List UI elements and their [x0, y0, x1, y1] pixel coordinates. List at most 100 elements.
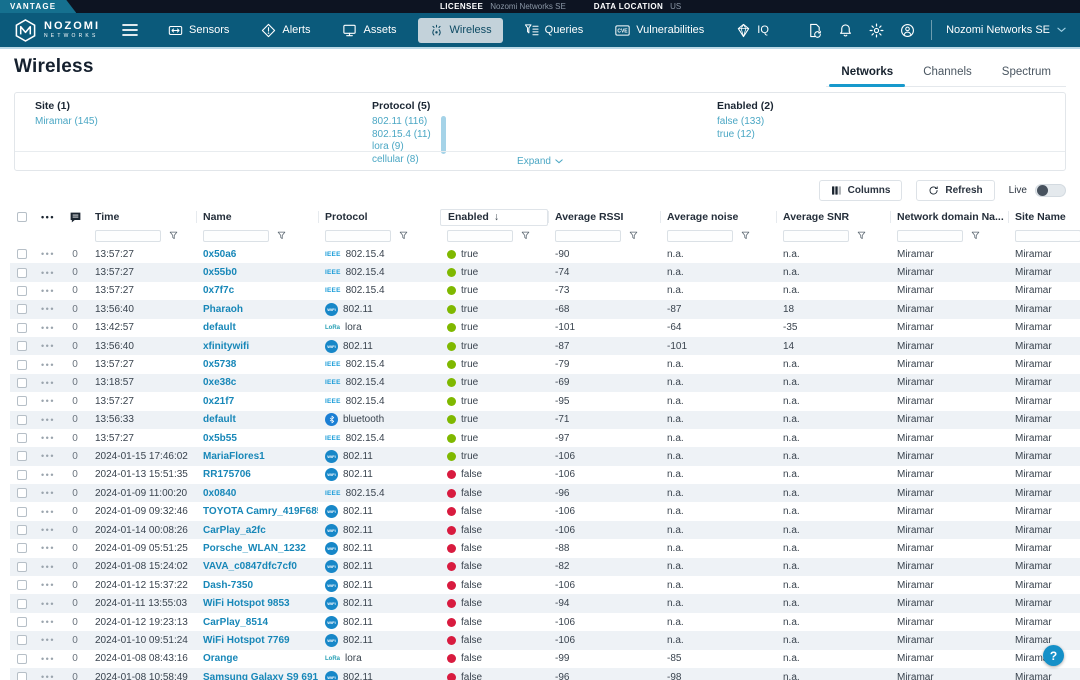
- row-checkbox[interactable]: [17, 617, 27, 627]
- columns-button[interactable]: Columns: [819, 180, 903, 201]
- funnel-icon[interactable]: [741, 231, 750, 240]
- row-actions-menu[interactable]: •••: [34, 562, 62, 572]
- column-header-enabled[interactable]: Enabled↓: [440, 209, 548, 226]
- row-checkbox[interactable]: [17, 635, 27, 645]
- row-actions-menu[interactable]: •••: [34, 635, 62, 645]
- reports-icon[interactable]: [807, 23, 822, 38]
- row-checkbox[interactable]: [17, 268, 27, 278]
- row-actions-menu[interactable]: •••: [34, 525, 62, 535]
- row-actions-menu[interactable]: •••: [34, 304, 62, 314]
- column-header-domain[interactable]: Network domain Na...: [890, 208, 1008, 226]
- network-name-link[interactable]: 0x21f7: [196, 396, 318, 407]
- network-name-link[interactable]: Pharaoh: [196, 304, 318, 315]
- network-name-link[interactable]: MariaFlores1: [196, 451, 318, 462]
- row-checkbox[interactable]: [17, 249, 27, 259]
- network-name-link[interactable]: default: [196, 322, 318, 333]
- network-name-link[interactable]: Dash-7350: [196, 580, 318, 591]
- network-name-link[interactable]: 0x50a6: [196, 249, 318, 260]
- network-name-link[interactable]: 0x5b55: [196, 433, 318, 444]
- network-name-link[interactable]: CarPlay_8514: [196, 617, 318, 628]
- refresh-button[interactable]: Refresh: [916, 180, 994, 201]
- funnel-icon[interactable]: [629, 231, 638, 240]
- vantage-brand-tab[interactable]: VANTAGE: [0, 0, 76, 13]
- nav-item-queries[interactable]: Queries: [513, 18, 595, 43]
- row-checkbox[interactable]: [17, 654, 27, 664]
- row-actions-menu[interactable]: •••: [34, 617, 62, 627]
- row-checkbox[interactable]: [17, 599, 27, 609]
- filter-input-protocol[interactable]: [325, 230, 391, 242]
- network-name-link[interactable]: VAVA_c0847dfc7cf0: [196, 561, 318, 572]
- nav-item-wireless[interactable]: Wireless: [418, 18, 503, 43]
- funnel-icon[interactable]: [521, 231, 530, 240]
- row-actions-menu[interactable]: •••: [34, 286, 62, 296]
- funnel-icon[interactable]: [857, 231, 866, 240]
- row-checkbox[interactable]: [17, 562, 27, 572]
- column-header-snr[interactable]: Average SNR: [776, 208, 890, 226]
- row-actions-menu[interactable]: •••: [34, 580, 62, 590]
- network-name-link[interactable]: Orange: [196, 653, 318, 664]
- row-checkbox[interactable]: [17, 488, 27, 498]
- row-checkbox[interactable]: [17, 507, 27, 517]
- filter-input-noise[interactable]: [667, 230, 733, 242]
- filter-input-domain[interactable]: [897, 230, 963, 242]
- row-actions-menu[interactable]: •••: [34, 433, 62, 443]
- select-all-checkbox[interactable]: [17, 212, 27, 222]
- funnel-icon[interactable]: [277, 231, 286, 240]
- network-name-link[interactable]: 0x5738: [196, 359, 318, 370]
- tab-spectrum[interactable]: Spectrum: [987, 60, 1066, 86]
- nav-item-sensors[interactable]: Sensors: [157, 18, 240, 43]
- network-name-link[interactable]: 0xe38c: [196, 377, 318, 388]
- column-header-noise[interactable]: Average noise: [660, 208, 776, 226]
- row-checkbox[interactable]: [17, 304, 27, 314]
- row-checkbox[interactable]: [17, 341, 27, 351]
- row-checkbox[interactable]: [17, 580, 27, 590]
- row-actions-menu[interactable]: •••: [34, 654, 62, 664]
- row-actions-menu[interactable]: •••: [34, 488, 62, 498]
- row-actions-menu[interactable]: •••: [34, 249, 62, 259]
- row-checkbox[interactable]: [17, 323, 27, 333]
- nav-item-iq[interactable]: IQ: [725, 18, 780, 43]
- row-actions-menu[interactable]: •••: [34, 507, 62, 517]
- notifications-bell-icon[interactable]: [838, 23, 853, 38]
- row-checkbox[interactable]: [17, 470, 27, 480]
- filter-value-link[interactable]: 802.11 (116): [372, 116, 438, 129]
- column-header-name[interactable]: Name: [196, 208, 318, 226]
- row-checkbox[interactable]: [17, 433, 27, 443]
- row-actions-menu[interactable]: •••: [34, 672, 62, 680]
- live-toggle[interactable]: [1035, 184, 1066, 197]
- row-actions-menu[interactable]: •••: [34, 360, 62, 370]
- row-actions-menu[interactable]: •••: [34, 378, 62, 388]
- row-actions-menu[interactable]: •••: [34, 451, 62, 461]
- funnel-icon[interactable]: [971, 231, 980, 240]
- filter-value-link[interactable]: true (12): [717, 129, 774, 142]
- filter-value-link[interactable]: false (133): [717, 116, 774, 129]
- network-name-link[interactable]: 0x55b0: [196, 267, 318, 278]
- nav-item-assets[interactable]: Assets: [331, 18, 407, 43]
- row-actions-menu[interactable]: •••: [34, 543, 62, 553]
- account-circle-icon[interactable]: [900, 23, 915, 38]
- network-name-link[interactable]: Porsche_WLAN_1232: [196, 543, 318, 554]
- filter-value-link[interactable]: 802.15.4 (11): [372, 129, 438, 142]
- network-name-link[interactable]: 0x7f7c: [196, 285, 318, 296]
- row-checkbox[interactable]: [17, 360, 27, 370]
- filter-input-name[interactable]: [203, 230, 269, 242]
- row-actions-menu[interactable]: •••: [34, 341, 62, 351]
- column-header-rssi[interactable]: Average RSSI: [548, 208, 660, 226]
- tab-networks[interactable]: Networks: [826, 60, 908, 86]
- row-actions-menu[interactable]: •••: [34, 599, 62, 609]
- filter-input-site[interactable]: [1015, 230, 1080, 242]
- filter-value-link[interactable]: Miramar (145): [35, 116, 98, 129]
- funnel-icon[interactable]: [169, 231, 178, 240]
- network-name-link[interactable]: xfinitywifi: [196, 341, 318, 352]
- filter-list-scrollbar[interactable]: [441, 116, 446, 154]
- nav-item-alerts[interactable]: Alerts: [250, 18, 321, 43]
- network-name-link[interactable]: WiFi Hotspot 9853: [196, 598, 318, 609]
- row-checkbox[interactable]: [17, 451, 27, 461]
- nozomi-logo[interactable]: NOZOMI NETWORKS: [14, 19, 100, 42]
- column-header-time[interactable]: Time: [88, 208, 196, 226]
- network-name-link[interactable]: Samsung Galaxy S9 6916: [196, 672, 318, 680]
- help-button[interactable]: ?: [1043, 645, 1064, 666]
- network-name-link[interactable]: TOYOTA Camry_419F685: [196, 506, 318, 517]
- filter-input-time[interactable]: [95, 230, 161, 242]
- network-name-link[interactable]: default: [196, 414, 318, 425]
